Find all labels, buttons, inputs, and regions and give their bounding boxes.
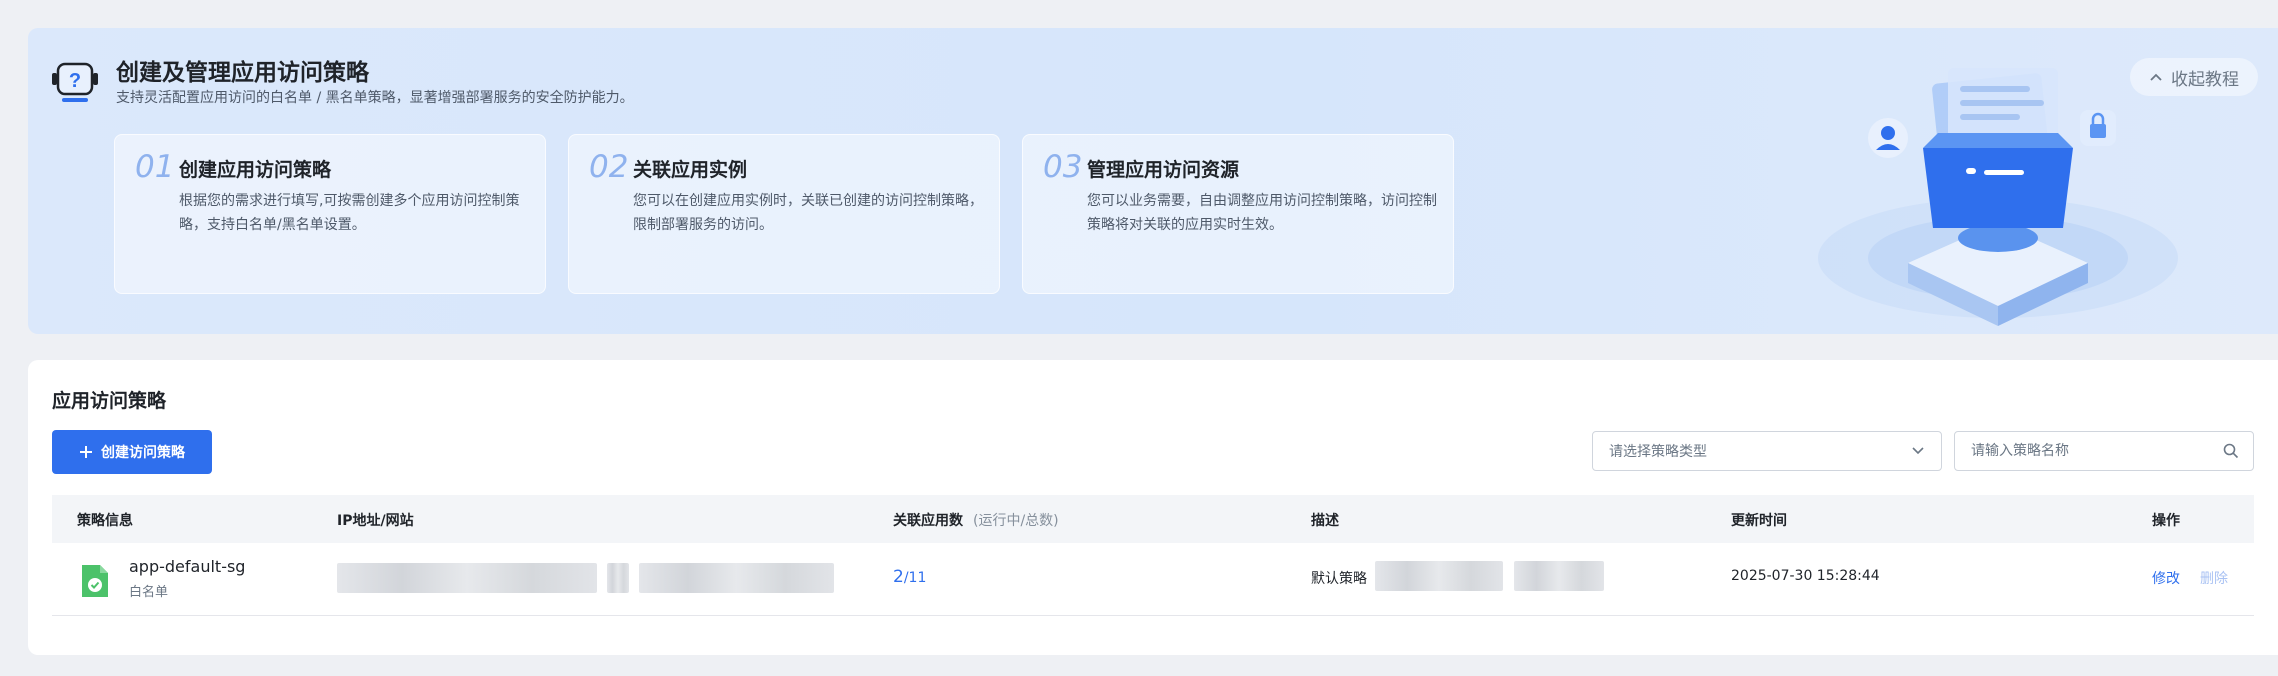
policy-type-select[interactable]: 请选择策略类型 (1592, 431, 1942, 471)
updated-time: 2025-07-30 15:28:44 (1731, 568, 1880, 584)
running-count[interactable]: 2 (893, 567, 904, 587)
policy-type: 白名单 (129, 585, 169, 600)
banner-subtitle: 支持灵活配置应用访问的白名单 / 黑名单策略，显著增强部署服务的安全防护能力。 (116, 90, 634, 106)
redacted-ip (337, 563, 597, 593)
step-description: 您可以业务需要，自由调整应用访问控制策略，访问控制策略将对关联的应用实时生效。 (1087, 193, 1437, 233)
step-description: 根据您的需求进行填写,可按需创建多个应用访问控制策略，支持白名单/黑名单设置。 (179, 193, 520, 233)
collapse-label: 收起教程 (2171, 69, 2239, 90)
collapse-tutorial-button[interactable]: 收起教程 (2130, 58, 2258, 96)
policy-description: 默认策略 (1311, 571, 1367, 587)
step-title: 关联应用实例 (633, 159, 748, 181)
step-card-3: 03 管理应用访问资源 您可以业务需要，自由调整应用访问控制策略，访问控制策略将… (1022, 134, 1454, 294)
redacted-description (1375, 561, 1503, 591)
policy-file-icon (82, 565, 108, 597)
header-app-count-sub: (运行中/总数) (973, 513, 1059, 529)
policy-panel: 应用访问策略 创建访问策略 请选择策略类型 策略信息 IP地址/网站 关联应用数… (28, 360, 2278, 655)
chevron-up-icon (2150, 73, 2162, 81)
total-count[interactable]: /11 (904, 570, 927, 586)
step-number: 01 (135, 149, 175, 185)
chevron-down-icon (1912, 447, 1924, 455)
step-number: 02 (589, 149, 629, 185)
panel-title: 应用访问策略 (52, 390, 167, 412)
step-title: 管理应用访问资源 (1087, 159, 1240, 181)
app-count[interactable]: 2/11 (893, 567, 926, 587)
help-robot-icon: ? (52, 62, 98, 102)
redacted-description (1514, 561, 1604, 591)
header-policy-info: 策略信息 (77, 513, 133, 529)
create-policy-label: 创建访问策略 (101, 445, 185, 461)
policy-search-input[interactable] (1969, 442, 2223, 460)
header-ip: IP地址/网站 (337, 513, 414, 529)
policy-search-box (1954, 431, 2254, 471)
step-description: 您可以在创建应用实例时，关联已创建的访问控制策略，限制部署服务的访问。 (633, 193, 983, 233)
tutorial-banner: ? 创建及管理应用访问策略 支持灵活配置应用访问的白名单 / 黑名单策略，显著增… (28, 28, 2278, 334)
redacted-ip (639, 563, 834, 593)
header-description: 描述 (1311, 513, 1339, 529)
policy-type-placeholder: 请选择策略类型 (1609, 444, 1707, 460)
create-policy-button[interactable]: 创建访问策略 (52, 430, 212, 474)
banner-title: 创建及管理应用访问策略 (116, 60, 369, 86)
redacted-ip (607, 563, 629, 593)
step-title: 创建应用访问策略 (179, 159, 332, 181)
step-number: 03 (1043, 149, 1083, 185)
step-card-1: 01 创建应用访问策略 根据您的需求进行填写,可按需创建多个应用访问控制策略，支… (114, 134, 546, 294)
policy-name: app-default-sg (129, 557, 246, 576)
delete-button[interactable]: 删除 (2200, 568, 2228, 588)
edit-button[interactable]: 修改 (2152, 568, 2180, 588)
plus-icon (80, 446, 92, 458)
svg-text:?: ? (69, 70, 81, 92)
header-actions: 操作 (2152, 513, 2180, 529)
header-updated: 更新时间 (1731, 513, 1787, 529)
table-row: app-default-sg 白名单 2/11 默认策略 2025-07-30 … (52, 543, 2254, 616)
header-app-count-label: 关联应用数 (893, 513, 963, 529)
step-card-2: 02 关联应用实例 您可以在创建应用实例时，关联已创建的访问控制策略，限制部署服… (568, 134, 1000, 294)
search-icon[interactable] (2223, 443, 2239, 459)
header-app-count: 关联应用数 (运行中/总数) (893, 510, 1059, 530)
table-header: 策略信息 IP地址/网站 关联应用数 (运行中/总数) 描述 更新时间 操作 (52, 495, 2254, 543)
